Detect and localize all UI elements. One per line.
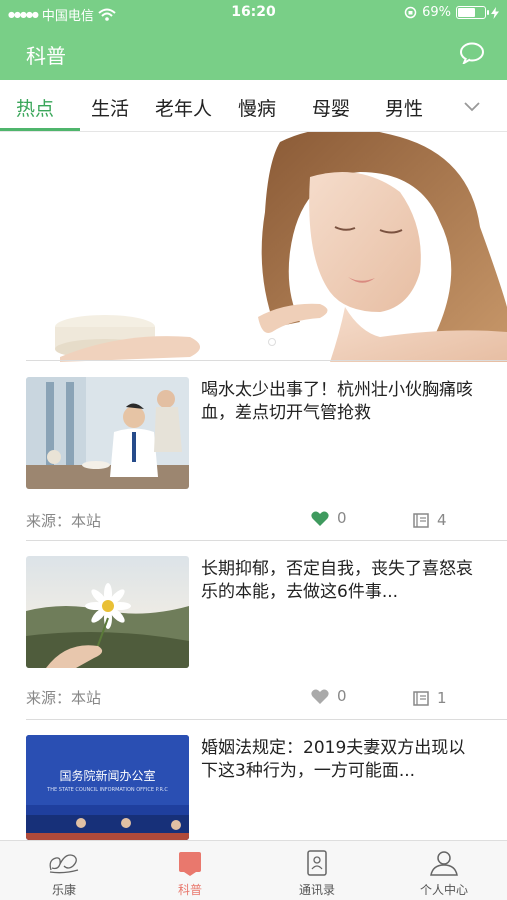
article-title[interactable]: 婚姻法规定：2019夫妻双方出现以下这3种行为，一方可能面... — [201, 737, 481, 783]
chevron-down-icon[interactable] — [463, 97, 481, 115]
contacts-icon — [307, 850, 327, 876]
list-item[interactable]: 国务院新闻办公室 THE STATE COUNCIL INFORMATION O… — [0, 735, 507, 840]
nav-item-lekang[interactable]: 乐康 — [24, 841, 104, 900]
man-with-headache-photo — [26, 377, 189, 489]
article-source: 来源：本站 — [26, 512, 102, 530]
chat-bubble-icon[interactable] — [459, 42, 485, 64]
tab-elderly[interactable]: 老年人 — [155, 94, 212, 121]
nav-item-kepu[interactable]: 科普 — [150, 841, 230, 900]
nav-label: 乐康 — [51, 883, 76, 897]
divider — [26, 540, 507, 541]
banner-carousel[interactable] — [0, 132, 507, 362]
book-icon — [413, 691, 429, 706]
page-dot-icon — [268, 338, 276, 346]
app-header: ●●●●● 中国电信 16:20 69% 科普 — [0, 0, 507, 80]
nav-label: 科普 — [177, 883, 202, 897]
nav-item-profile[interactable]: 个人中心 — [404, 841, 484, 900]
article-title[interactable]: 长期抑郁，否定自我，丧失了喜怒哀乐的本能，去做这6件事... — [201, 558, 481, 604]
active-tab-indicator — [0, 128, 80, 131]
article-source: 来源：本站 — [26, 689, 102, 707]
like-count[interactable]: 0 — [311, 687, 347, 705]
page-title: 科普 — [26, 44, 66, 68]
press-conference-photo: 国务院新闻办公室 THE STATE COUNCIL INFORMATION O… — [26, 735, 189, 840]
list-item[interactable]: 喝水太少出事了！杭州壮小伙胸痛咳血，差点切开气管抢救 来源：本站 0 4 — [0, 377, 507, 537]
tab-male[interactable]: 男性 — [385, 94, 423, 121]
lekang-logo-icon — [49, 854, 79, 874]
woman-applying-cream-photo — [0, 132, 507, 362]
tab-chronic-disease[interactable]: 慢病 — [238, 94, 276, 121]
article-title[interactable]: 喝水太少出事了！杭州壮小伙胸痛咳血，差点切开气管抢救 — [201, 379, 481, 425]
read-count-value: 4 — [437, 511, 447, 529]
like-count-value: 0 — [337, 687, 347, 705]
tab-hot[interactable]: 热点 — [16, 94, 54, 121]
bottom-nav: 乐康 科普 通讯录 个人中心 — [0, 840, 507, 900]
orientation-lock-icon — [404, 6, 417, 19]
divider — [26, 719, 507, 720]
divider — [26, 360, 507, 361]
thumb-caption: 国务院新闻办公室 — [59, 769, 156, 783]
category-tabs: 热点 生活 老年人 慢病 母婴 男性 — [0, 80, 507, 132]
nav-item-contacts[interactable]: 通讯录 — [277, 841, 357, 900]
thumb-caption-en: THE STATE COUNCIL INFORMATION OFFICE P.R… — [47, 787, 168, 793]
nav-label: 个人中心 — [419, 883, 468, 897]
battery-percent: 69% — [422, 5, 451, 20]
list-item[interactable]: 长期抑郁，否定自我，丧失了喜怒哀乐的本能，去做这6件事... 来源：本站 0 1 — [0, 556, 507, 716]
tab-mother-baby[interactable]: 母婴 — [312, 94, 350, 121]
heart-icon — [311, 511, 329, 526]
nav-label: 通讯录 — [298, 883, 335, 897]
like-count-value: 0 — [337, 509, 347, 527]
status-bar: ●●●●● 中国电信 16:20 69% — [0, 0, 507, 26]
book-icon — [413, 513, 429, 528]
read-count: 4 — [413, 511, 447, 529]
person-icon — [430, 851, 458, 876]
article-icon — [179, 852, 201, 876]
read-count-value: 1 — [437, 689, 447, 707]
like-count[interactable]: 0 — [311, 509, 347, 527]
battery-icon — [456, 6, 489, 19]
read-count: 1 — [413, 689, 447, 707]
tab-life[interactable]: 生活 — [91, 94, 129, 121]
charging-icon — [491, 6, 499, 19]
hand-holding-daisy-photo — [26, 556, 189, 668]
heart-icon — [311, 689, 329, 704]
